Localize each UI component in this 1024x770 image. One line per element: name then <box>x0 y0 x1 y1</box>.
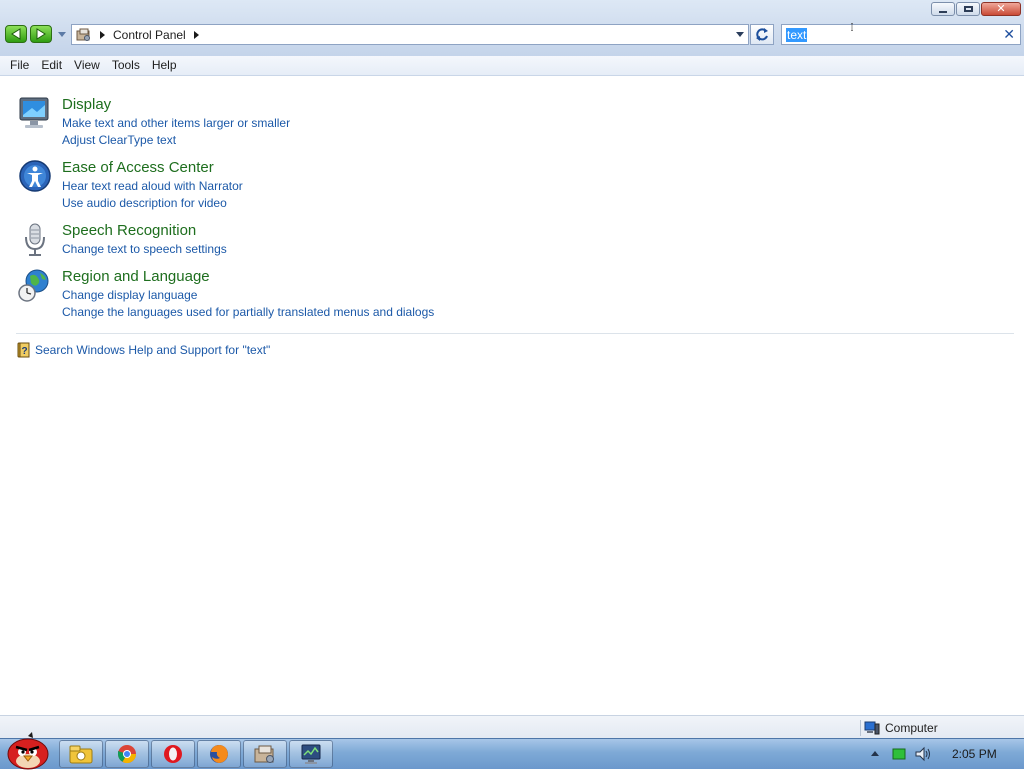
chrome-icon <box>118 745 136 764</box>
refresh-button[interactable] <box>750 24 774 45</box>
globe-clock-icon <box>18 269 49 302</box>
menu-view[interactable]: View <box>68 56 106 75</box>
back-button[interactable] <box>5 25 27 43</box>
clock[interactable]: 2:05 PM <box>952 747 997 761</box>
system-tray: 2:05 PM <box>862 739 1024 769</box>
result-link[interactable]: Hear text read aloud with Narrator <box>62 179 243 194</box>
clear-search-icon[interactable]: ✕ <box>1003 26 1015 43</box>
arrow-left-icon <box>11 28 21 40</box>
result-title[interactable]: Display <box>62 96 111 114</box>
status-bar: Computer <box>0 715 1024 739</box>
computer-icon <box>864 721 880 735</box>
status-separator <box>860 720 861 736</box>
result-link[interactable]: Adjust ClearType text <box>62 133 176 148</box>
result-link[interactable]: Change text to speech settings <box>62 242 227 257</box>
breadcrumb-arrow-icon[interactable] <box>193 30 199 39</box>
windows-help-link[interactable]: ? Search Windows Help and Support for "t… <box>16 342 270 358</box>
taskbar: 2:05 PM <box>0 732 1024 770</box>
forward-button[interactable] <box>30 25 52 43</box>
network-icon[interactable] <box>892 747 906 761</box>
ease-of-access-icon <box>19 160 51 192</box>
angry-birds-start-icon[interactable] <box>2 732 54 770</box>
taskbar-explorer[interactable] <box>59 740 103 768</box>
arrow-right-icon <box>36 28 46 40</box>
result-title[interactable]: Region and Language <box>62 268 210 286</box>
taskbar-firefox[interactable] <box>197 740 241 768</box>
result-link[interactable]: Make text and other items larger or smal… <box>62 116 290 131</box>
control-panel-icon <box>254 745 274 763</box>
close-button[interactable]: ✕ <box>981 2 1021 16</box>
address-dropdown-icon[interactable] <box>736 32 744 37</box>
menu-edit[interactable]: Edit <box>35 56 68 75</box>
window-controls: ✕ <box>931 2 1021 16</box>
windows-explorer-icon <box>69 745 93 764</box>
taskbar-control-panel[interactable] <box>243 740 287 768</box>
control-panel-icon <box>76 28 90 41</box>
result-link[interactable]: Use audio description for video <box>62 196 227 211</box>
system-monitor-icon <box>301 744 321 764</box>
address-bar[interactable]: Control Panel <box>71 24 749 45</box>
result-title[interactable]: Ease of Access Center <box>62 159 214 177</box>
menu-help[interactable]: Help <box>146 56 183 75</box>
status-location: Computer <box>864 721 938 735</box>
divider <box>16 333 1014 334</box>
search-input[interactable]: text ✕ <box>781 24 1021 45</box>
taskbar-opera[interactable] <box>151 740 195 768</box>
help-book-icon: ? <box>17 342 30 358</box>
refresh-icon <box>756 28 768 41</box>
menu-bar: File Edit View Tools Help <box>0 56 1024 76</box>
result-link[interactable]: Change display language <box>62 288 197 303</box>
menu-file[interactable]: File <box>0 56 35 75</box>
taskbar-chrome[interactable] <box>105 740 149 768</box>
svg-text:?: ? <box>21 346 27 357</box>
firefox-icon <box>210 745 228 763</box>
status-location-label: Computer <box>885 721 938 735</box>
breadcrumb-control-panel[interactable]: Control Panel <box>113 28 186 42</box>
window-chrome: ✕ Control Panel text ✕ <box>0 0 1024 57</box>
menu-tools[interactable]: Tools <box>106 56 146 75</box>
search-text[interactable]: text <box>786 28 808 42</box>
volume-icon[interactable] <box>914 746 932 762</box>
result-title[interactable]: Speech Recognition <box>62 222 196 240</box>
breadcrumb-arrow-icon[interactable] <box>100 30 105 39</box>
show-hidden-icons-icon[interactable] <box>871 751 879 756</box>
taskbar-system-monitor[interactable] <box>289 740 333 768</box>
help-link-label[interactable]: Search Windows Help and Support for "tex… <box>35 343 270 357</box>
microphone-icon <box>25 223 45 256</box>
minimize-button[interactable] <box>931 2 955 16</box>
opera-icon <box>164 745 182 763</box>
recent-pages-icon[interactable] <box>58 30 66 38</box>
restore-button[interactable] <box>956 2 980 16</box>
text-cursor-icon <box>851 23 853 31</box>
display-icon <box>19 97 49 128</box>
result-link[interactable]: Change the languages used for partially … <box>62 305 434 320</box>
